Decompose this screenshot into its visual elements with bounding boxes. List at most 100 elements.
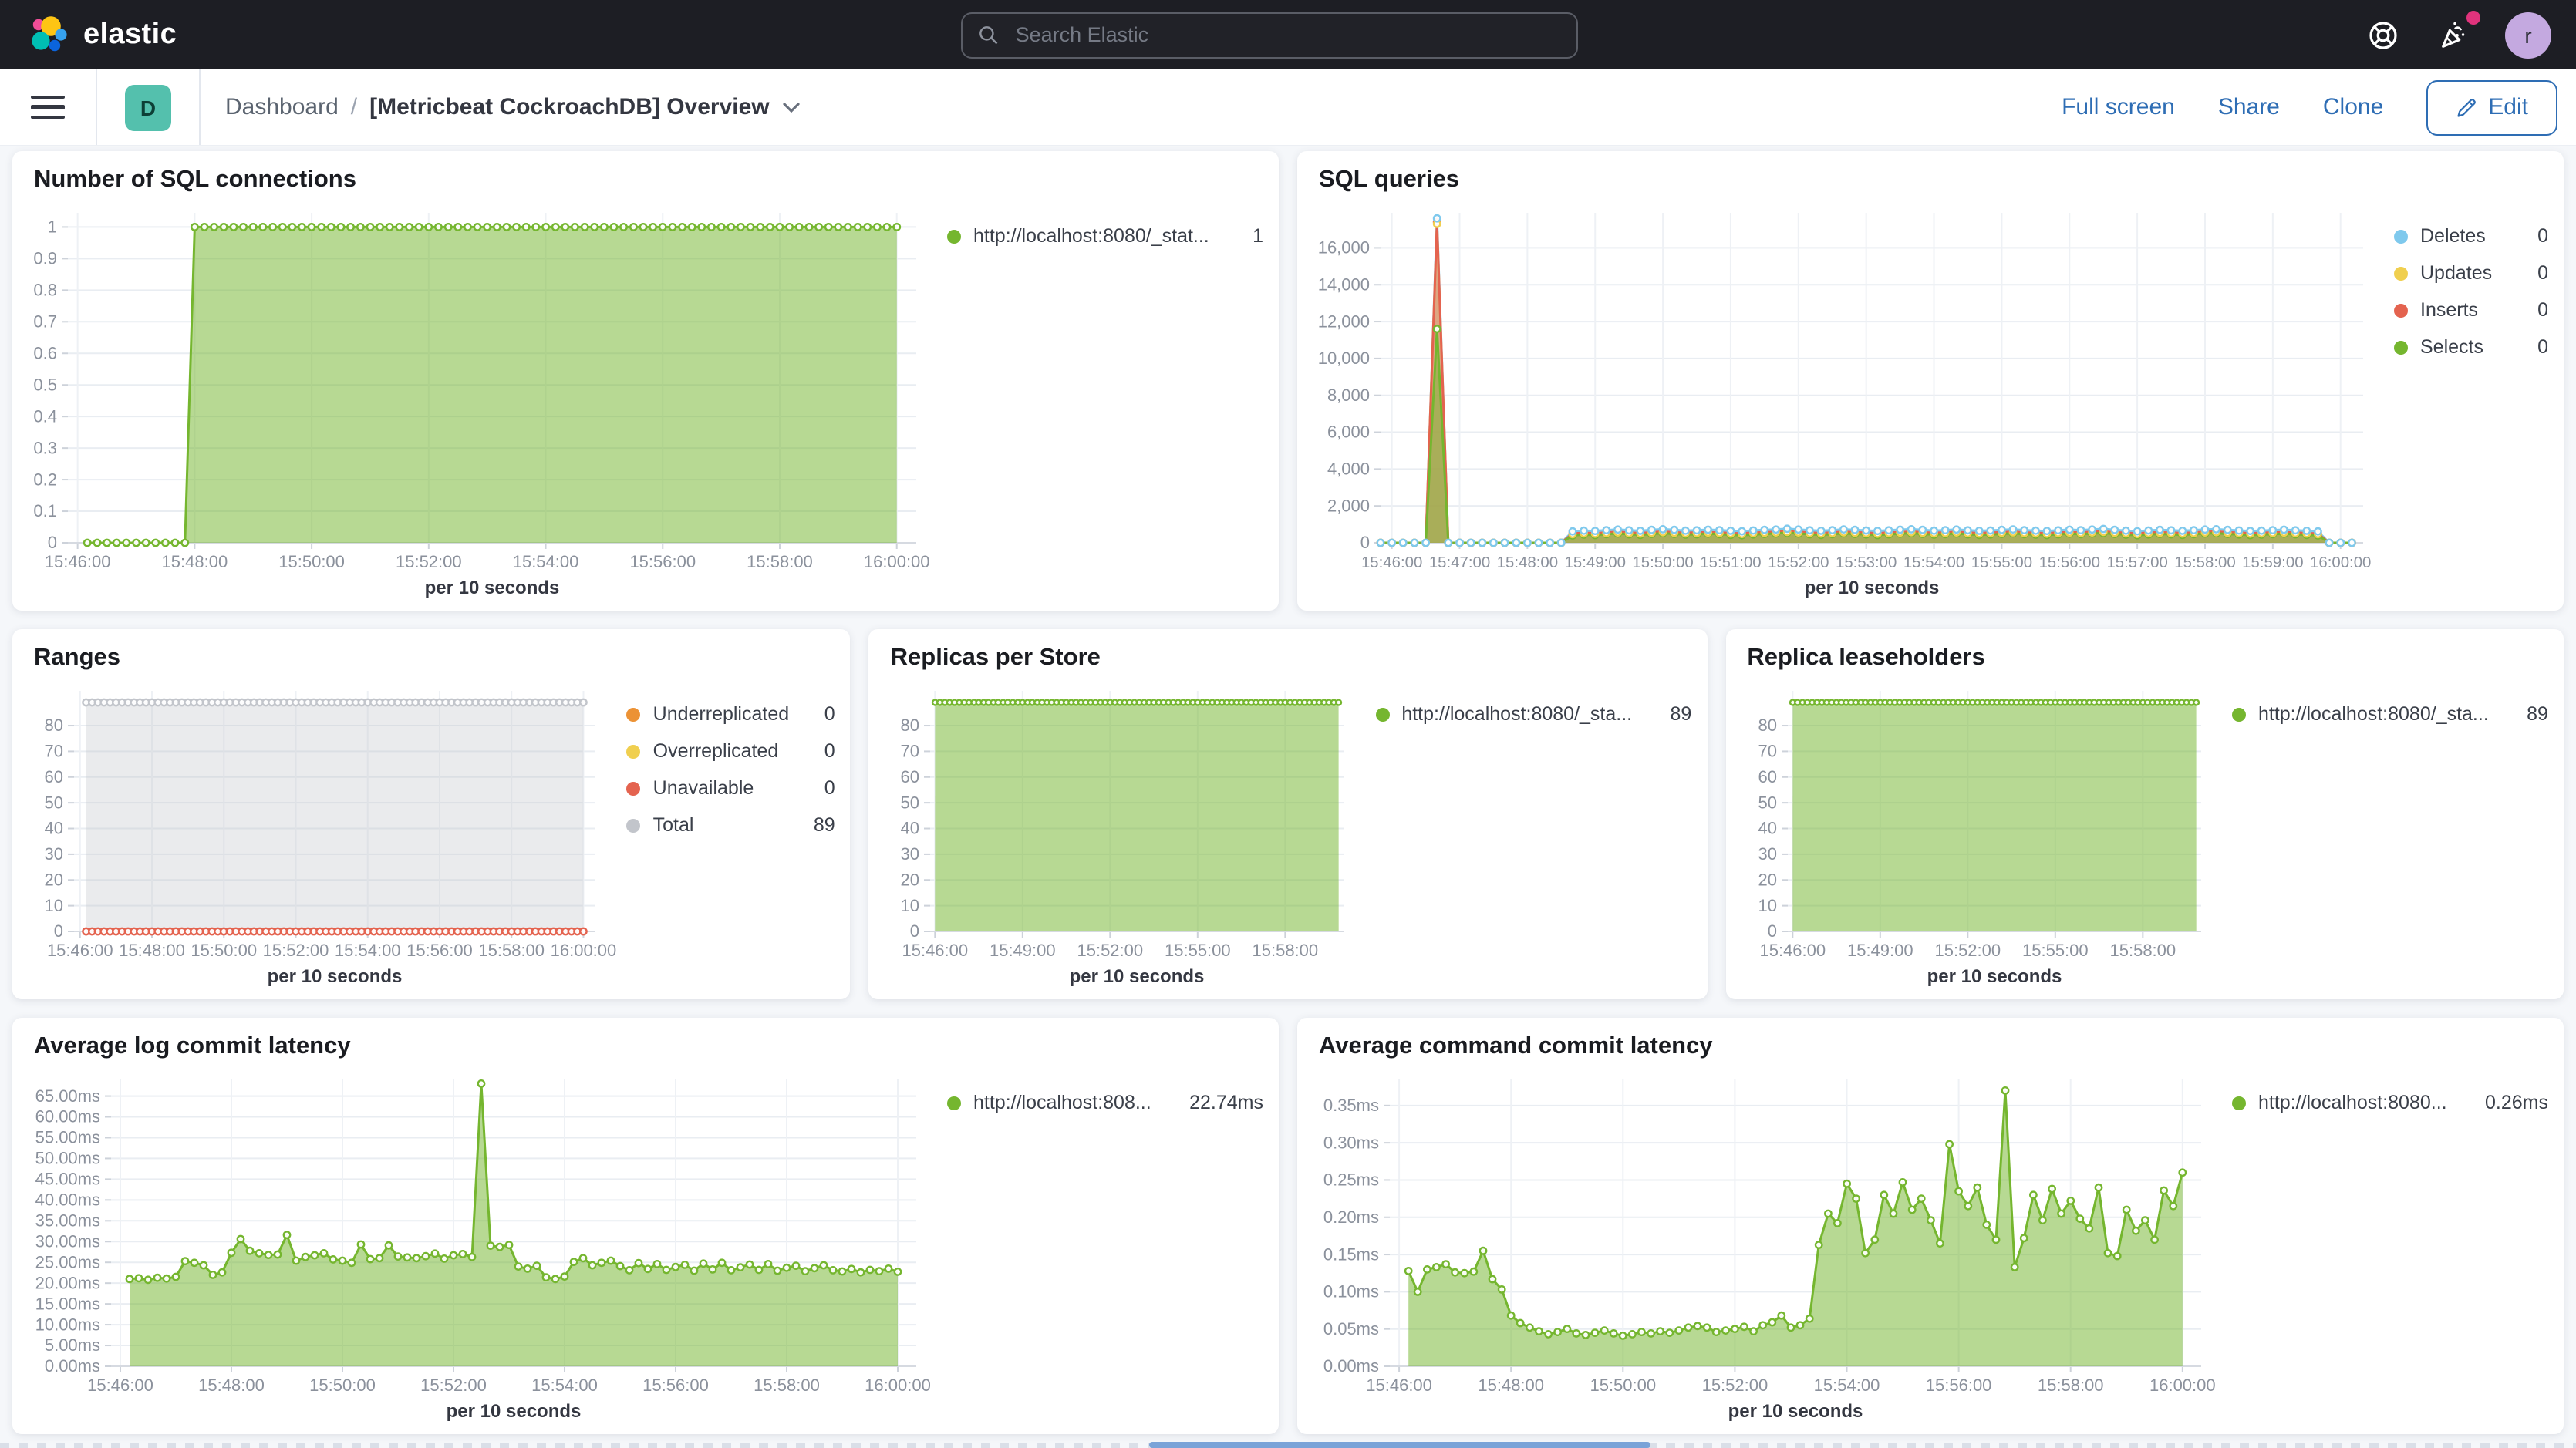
sql-connections-chart[interactable]: 00.10.20.30.40.50.60.70.80.9115:46:0015:… bbox=[22, 200, 938, 601]
user-avatar[interactable]: r bbox=[2505, 12, 2551, 58]
breadcrumb-dashboard[interactable]: Dashboard bbox=[225, 94, 339, 120]
legend-item[interactable]: Updates0 bbox=[2394, 262, 2548, 284]
svg-text:12,000: 12,000 bbox=[1318, 311, 1370, 331]
svg-text:15:49:00: 15:49:00 bbox=[1846, 941, 1913, 960]
svg-text:80: 80 bbox=[45, 716, 63, 735]
svg-text:15:48:00: 15:48:00 bbox=[1478, 1376, 1544, 1395]
svg-text:15:56:00: 15:56:00 bbox=[629, 552, 696, 571]
svg-text:per 10 seconds: per 10 seconds bbox=[1070, 966, 1205, 987]
svg-text:15:51:00: 15:51:00 bbox=[1700, 554, 1761, 571]
svg-text:40: 40 bbox=[45, 819, 63, 838]
legend-series-dot bbox=[627, 744, 641, 758]
clone-button[interactable]: Clone bbox=[2323, 94, 2383, 120]
svg-text:15:54:00: 15:54:00 bbox=[531, 1376, 598, 1395]
legend-item[interactable]: Inserts0 bbox=[2394, 299, 2548, 321]
notification-dot bbox=[2466, 10, 2480, 24]
svg-text:50.00ms: 50.00ms bbox=[35, 1149, 100, 1168]
legend-item[interactable]: Overreplicated0 bbox=[627, 740, 835, 762]
svg-text:0.1: 0.1 bbox=[33, 501, 57, 520]
svg-text:25.00ms: 25.00ms bbox=[35, 1252, 100, 1271]
svg-text:15:52:00: 15:52:00 bbox=[420, 1376, 487, 1395]
legend-series-label: Updates bbox=[2420, 262, 2492, 284]
legend-item[interactable]: http://localhost:8080/_sta...89 bbox=[2232, 703, 2548, 725]
svg-text:0: 0 bbox=[910, 921, 919, 941]
legend-item[interactable]: Selects0 bbox=[2394, 336, 2548, 358]
svg-text:15:54:00: 15:54:00 bbox=[335, 941, 401, 960]
replica-leaseholders-chart[interactable]: 0102030405060708015:46:0015:49:0015:52:0… bbox=[1735, 679, 2223, 990]
legend-series-label: http://localhost:8080/_sta... bbox=[1401, 703, 1632, 725]
legend-item[interactable]: http://localhost:808...22.74ms bbox=[947, 1092, 1263, 1113]
svg-text:15:54:00: 15:54:00 bbox=[513, 552, 579, 571]
svg-text:20: 20 bbox=[1758, 870, 1776, 889]
svg-text:15:54:00: 15:54:00 bbox=[1814, 1376, 1880, 1395]
pencil-icon bbox=[2456, 96, 2477, 118]
svg-text:15:46:00: 15:46:00 bbox=[1366, 1376, 1432, 1395]
legend-series-value: 0 bbox=[824, 740, 835, 762]
command-commit-latency-chart[interactable]: 0.00ms0.05ms0.10ms0.15ms0.20ms0.25ms0.30… bbox=[1307, 1067, 2223, 1425]
legend: http://localhost:808...22.74ms bbox=[947, 1067, 1263, 1425]
svg-text:0.7: 0.7 bbox=[33, 312, 57, 332]
legend-series-dot bbox=[627, 781, 641, 795]
dashboard-badge[interactable]: D bbox=[125, 84, 171, 130]
replicas-per-store-chart[interactable]: 0102030405060708015:46:0015:49:0015:52:0… bbox=[878, 679, 1367, 990]
svg-text:16:00:00: 16:00:00 bbox=[864, 552, 930, 571]
chevron-down-icon[interactable] bbox=[782, 101, 801, 113]
panel-title: Replica leaseholders bbox=[1725, 629, 2564, 675]
svg-text:50: 50 bbox=[1758, 793, 1776, 812]
help-life-ring-icon bbox=[2366, 18, 2400, 52]
legend-series-dot bbox=[1375, 707, 1389, 721]
elastic-brand[interactable]: elastic bbox=[28, 14, 177, 56]
svg-text:15:52:00: 15:52:00 bbox=[1934, 941, 2001, 960]
legend-item[interactable]: Deletes0 bbox=[2394, 225, 2548, 247]
svg-text:14,000: 14,000 bbox=[1318, 274, 1370, 294]
log-commit-latency-chart[interactable]: 0.00ms5.00ms10.00ms15.00ms20.00ms25.00ms… bbox=[22, 1067, 938, 1425]
svg-text:15:58:00: 15:58:00 bbox=[747, 552, 813, 571]
help-button[interactable] bbox=[2363, 15, 2403, 55]
legend-series-dot bbox=[2394, 229, 2408, 243]
search-input[interactable] bbox=[1013, 22, 1562, 48]
svg-text:15:58:00: 15:58:00 bbox=[2174, 554, 2235, 571]
svg-text:0.20ms: 0.20ms bbox=[1323, 1207, 1379, 1227]
chart-svg: 00.10.20.30.40.50.60.70.80.9115:46:0015:… bbox=[22, 200, 938, 601]
chart-svg: 0102030405060708015:46:0015:48:0015:50:0… bbox=[22, 679, 617, 990]
svg-text:5.00ms: 5.00ms bbox=[45, 1335, 100, 1355]
menu-button[interactable] bbox=[31, 95, 65, 120]
news-button[interactable] bbox=[2434, 15, 2474, 55]
legend-item[interactable]: Total89 bbox=[627, 814, 835, 836]
svg-text:60: 60 bbox=[901, 767, 919, 786]
legend-series-label: Inserts bbox=[2420, 299, 2478, 321]
legend-item[interactable]: Underreplicated0 bbox=[627, 703, 835, 725]
svg-text:15:47:00: 15:47:00 bbox=[1429, 554, 1490, 571]
legend-item[interactable]: http://localhost:8080/_stat...1 bbox=[947, 225, 1263, 247]
legend-item[interactable]: Unavailable0 bbox=[627, 777, 835, 799]
legend-series-dot bbox=[2232, 1096, 2246, 1110]
svg-text:15:55:00: 15:55:00 bbox=[2021, 941, 2088, 960]
svg-text:0.00ms: 0.00ms bbox=[45, 1356, 100, 1376]
horizontal-scrollbar[interactable] bbox=[1149, 1442, 1650, 1448]
svg-text:70: 70 bbox=[901, 742, 919, 761]
svg-text:15:48:00: 15:48:00 bbox=[119, 941, 185, 960]
legend-series-value: 0.26ms bbox=[2485, 1092, 2548, 1113]
global-search[interactable] bbox=[962, 12, 1579, 58]
panel-average-command-commit-latency: Average command commit latency 0.00ms0.0… bbox=[1297, 1018, 2564, 1434]
divider bbox=[96, 69, 97, 145]
share-button[interactable]: Share bbox=[2218, 94, 2280, 120]
edit-button[interactable]: Edit bbox=[2426, 79, 2557, 135]
full-screen-button[interactable]: Full screen bbox=[2062, 94, 2175, 120]
panel-replica-leaseholders: Replica leaseholders 0102030405060708015… bbox=[1725, 629, 2564, 999]
ranges-chart[interactable]: 0102030405060708015:46:0015:48:0015:50:0… bbox=[22, 679, 618, 990]
legend-item[interactable]: http://localhost:8080...0.26ms bbox=[2232, 1092, 2548, 1113]
svg-text:0: 0 bbox=[1360, 533, 1370, 552]
svg-text:0.00ms: 0.00ms bbox=[1323, 1356, 1379, 1376]
panel-title: Replicas per Store bbox=[869, 629, 1708, 675]
svg-text:10: 10 bbox=[1758, 896, 1776, 915]
svg-text:16:00:00: 16:00:00 bbox=[2149, 1376, 2216, 1395]
svg-text:15:52:00: 15:52:00 bbox=[1702, 1376, 1768, 1395]
sql-queries-chart[interactable]: 02,0004,0006,0008,00010,00012,00014,0001… bbox=[1307, 200, 2385, 601]
svg-text:15:54:00: 15:54:00 bbox=[1903, 554, 1964, 571]
chart-svg: 0102030405060708015:46:0015:49:0015:52:0… bbox=[1735, 679, 2222, 990]
svg-text:0.25ms: 0.25ms bbox=[1323, 1170, 1379, 1190]
svg-text:per 10 seconds: per 10 seconds bbox=[268, 966, 403, 987]
legend-item[interactable]: http://localhost:8080/_sta...89 bbox=[1375, 703, 1691, 725]
svg-text:20: 20 bbox=[901, 870, 919, 889]
